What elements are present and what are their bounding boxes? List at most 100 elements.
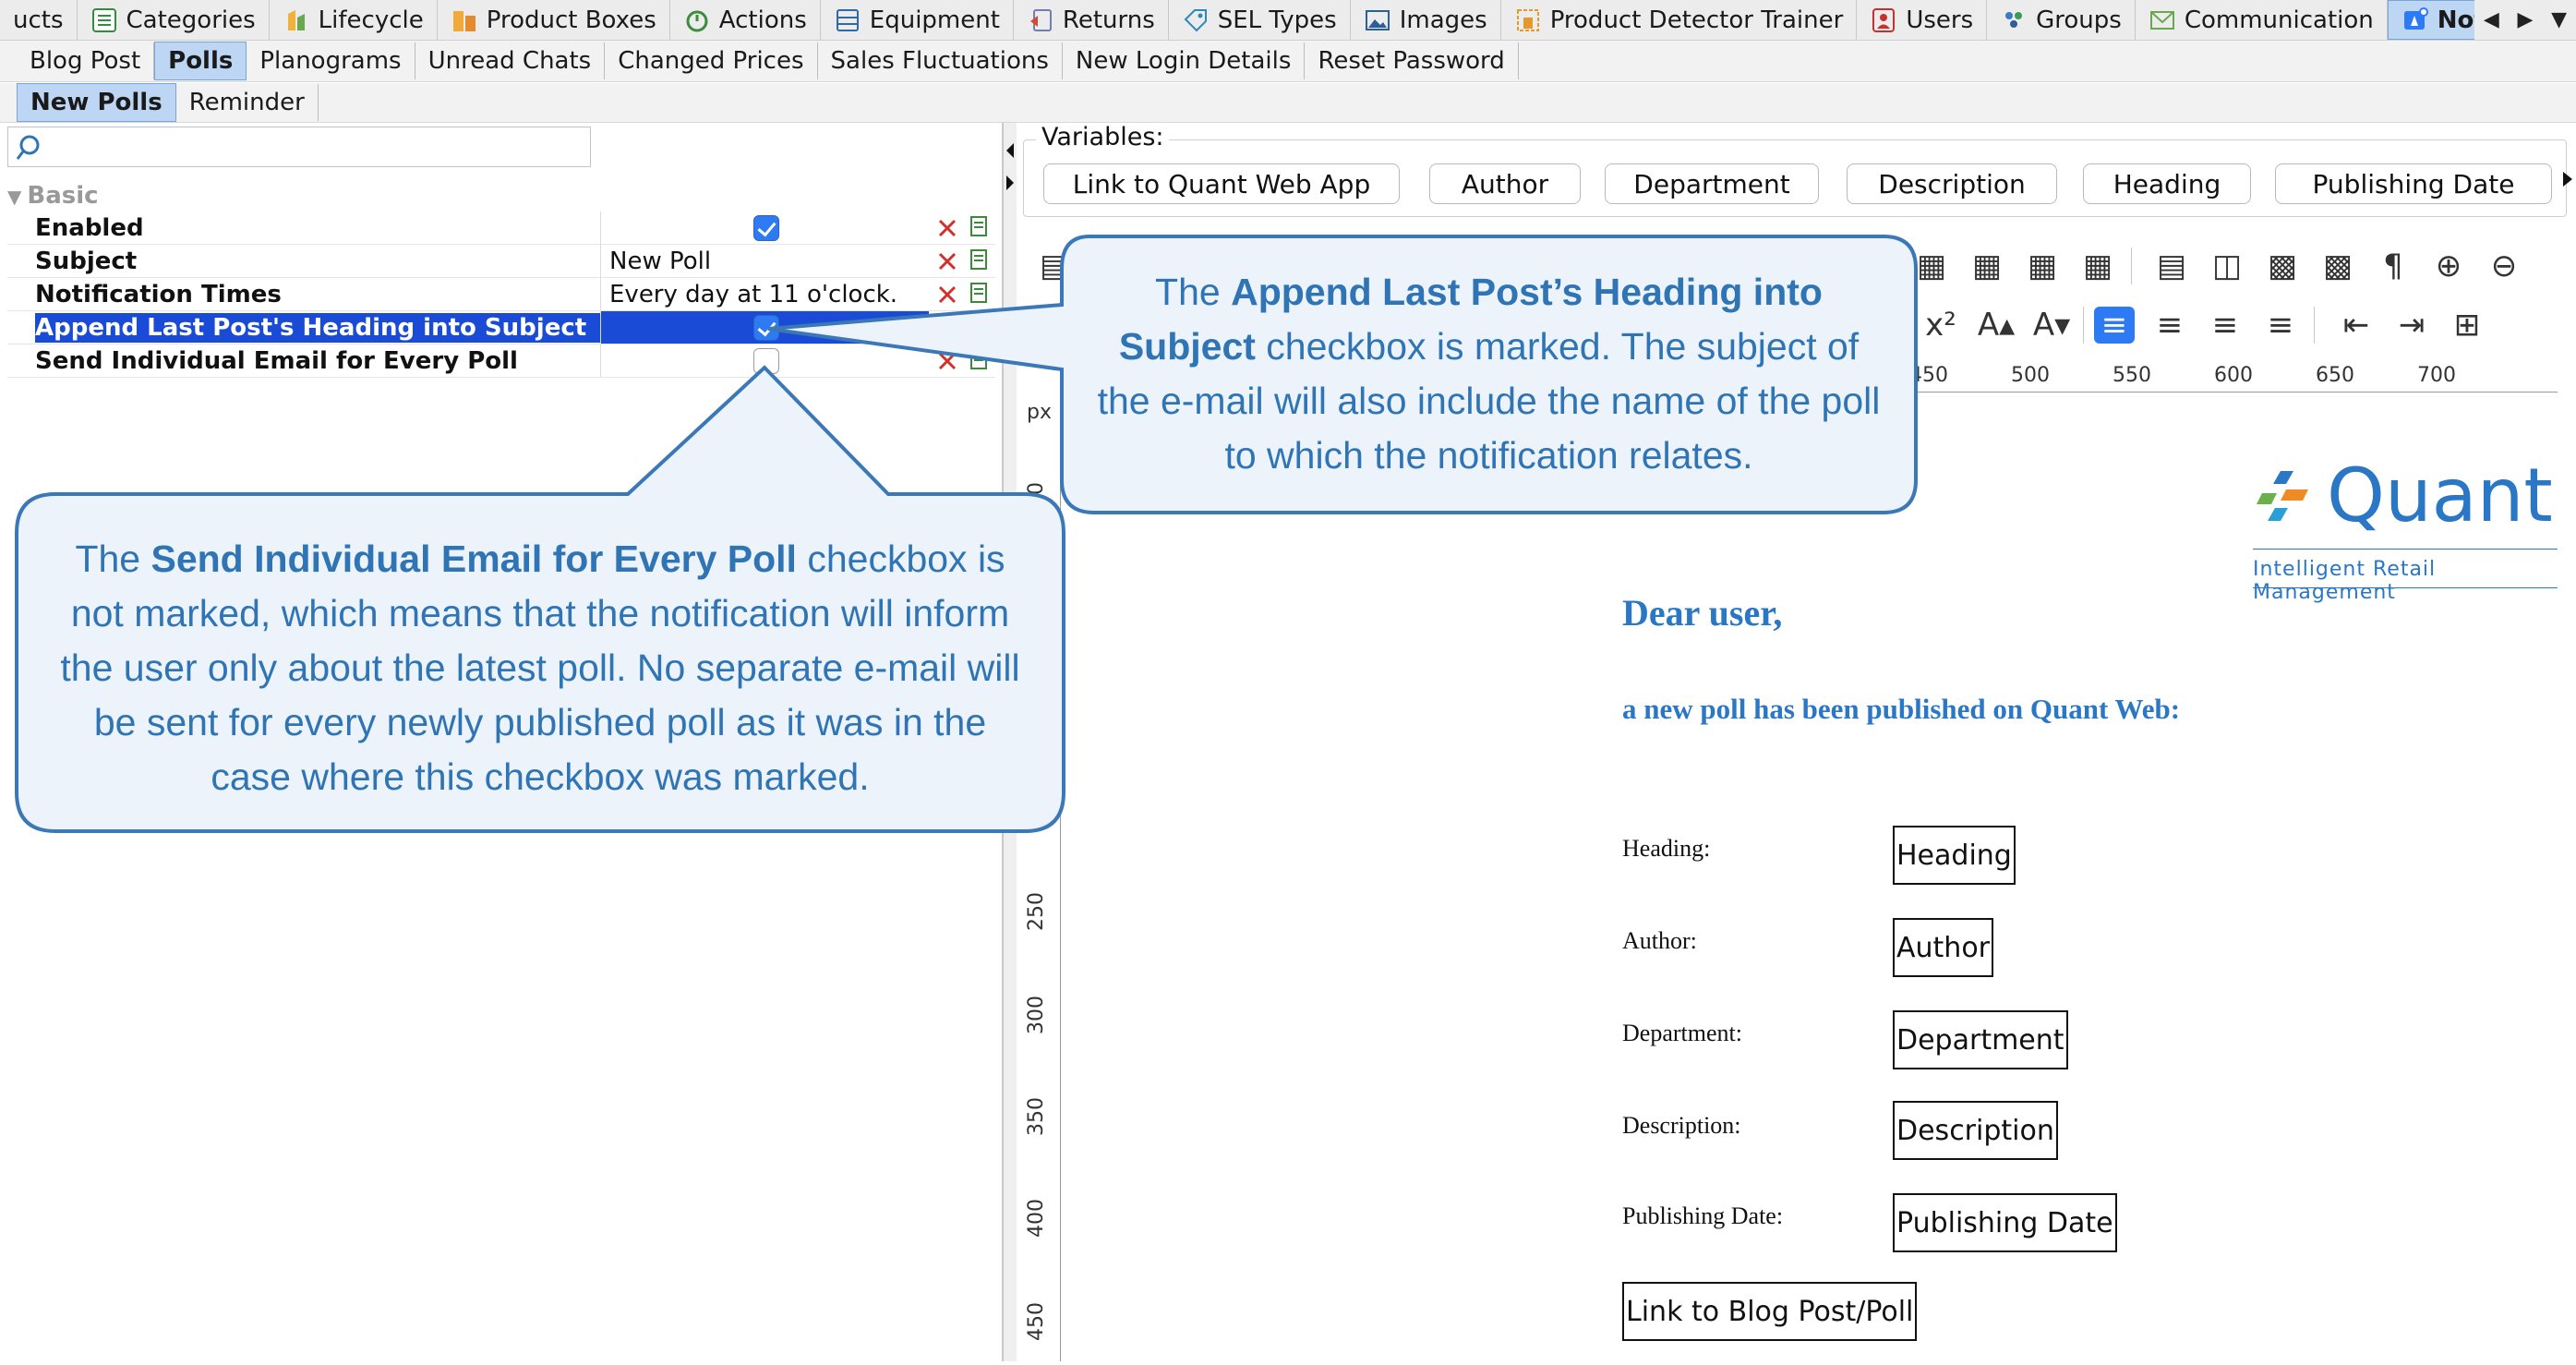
table-insert-icon[interactable]: ▦ [1911,248,1952,284]
tab-planograms[interactable]: Planograms [247,42,415,79]
tab-new-polls[interactable]: New Polls [17,83,176,122]
tab-actions[interactable]: Actions [670,0,821,40]
enabled-checkbox[interactable] [753,215,779,241]
tab-unread-chats[interactable]: Unread Chats [415,42,606,79]
font-shrink-icon[interactable]: A▾ [2031,307,2072,344]
tab-categories[interactable]: Categories [78,0,270,40]
group-header-basic[interactable]: ▼ Basic [7,182,995,210]
department-variable[interactable]: Department [1893,1010,2068,1069]
table-split-icon[interactable]: ◫ [2207,248,2247,284]
scroll-right-icon[interactable]: ▶ [2518,8,2534,31]
editor-menu-icon[interactable]: ▤ [1034,248,1075,284]
property-label: Subject [35,248,138,275]
tab-equipment[interactable]: Equipment [821,0,1014,40]
align-right-icon[interactable]: ≡ [2205,307,2245,344]
tab-sales-fluctuations[interactable]: Sales Fluctuations [818,42,1063,79]
tab-sel-types[interactable]: SEL Types [1169,0,1351,40]
callout-send-individual-email: The Send Individual Email for Every Poll… [55,532,1025,804]
description-variable[interactable]: Description [1893,1101,2058,1160]
edit-icon[interactable] [966,247,992,274]
search-input[interactable] [56,131,577,164]
property-row-enabled[interactable]: Enabled [7,211,995,245]
notification-type-tabs: Blog Post Polls Planograms Unread Chats … [0,41,2576,82]
append-heading-checkbox[interactable] [753,315,779,341]
collapse-triangle-icon[interactable]: ▼ [7,186,21,208]
property-row-send-individual-email[interactable]: Send Individual Email for Every Poll [7,344,995,378]
greeting: Dear user, [1622,592,1783,634]
zoom-in-icon[interactable]: ⊕ [2428,248,2469,284]
cell-border-icon[interactable]: ▩ [2317,248,2358,284]
intro-text: a new poll has been published on Quant W… [1622,693,2181,725]
variable-description-button[interactable]: Description [1847,163,2057,204]
align-justify-icon[interactable]: ≡ [2260,307,2301,344]
reset-x-icon[interactable] [934,280,960,308]
ruler-label: 300 [1025,996,1048,1034]
tab-product-detector-trainer[interactable]: Product Detector Trainer [1501,0,1858,40]
tab-label: Product Detector Trainer [1549,6,1844,34]
tab-scroll-controls: ◀ ▶ ▼ [2474,0,2576,40]
table-merge-icon[interactable]: ▤ [2151,248,2192,284]
tab-new-login-details[interactable]: New Login Details [1063,42,1306,79]
description-label: Description: [1622,1112,1741,1139]
tab-changed-prices[interactable]: Changed Prices [605,42,818,79]
variable-author-button[interactable]: Author [1429,163,1581,204]
indent-icon[interactable]: ⇥ [2391,307,2432,344]
variables-legend: Variables: [1036,123,1170,151]
tab-blog-post[interactable]: Blog Post [17,42,155,79]
variable-department-button[interactable]: Department [1605,163,1819,204]
align-left-icon[interactable]: ≡ [2094,307,2135,344]
property-row-notification-times[interactable]: Notification Times Every day at 11 o'clo… [7,278,995,311]
send-individual-email-checkbox[interactable] [753,348,779,374]
tab-product-boxes[interactable]: Product Boxes [438,0,670,40]
variable-heading-button[interactable]: Heading [2083,163,2251,204]
scroll-left-icon[interactable]: ◀ [2484,8,2499,31]
align-center-icon[interactable]: ≡ [2149,307,2190,344]
edit-icon[interactable] [966,346,992,374]
tab-polls[interactable]: Polls [154,42,247,80]
reset-x-icon[interactable] [934,213,960,241]
tab-reminder[interactable]: Reminder [176,84,319,121]
tab-products[interactable]: ucts [0,0,78,40]
outdent-icon[interactable]: ⇤ [2336,307,2377,344]
tab-images[interactable]: Images [1351,0,1501,40]
tab-users[interactable]: Users [1857,0,1988,40]
publishing-date-variable[interactable]: Publishing Date [1893,1193,2117,1252]
detector-icon [1516,8,1539,31]
edit-icon[interactable] [966,213,992,241]
table-row-icon[interactable]: ▦ [1967,248,2007,284]
paragraph-mark-icon[interactable]: ¶ [2373,248,2413,284]
heading-variable[interactable]: Heading [1893,826,2016,885]
link-variable[interactable]: Link to Blog Post/Poll [1622,1282,1918,1341]
actions-icon [686,10,708,31]
property-row-subject[interactable]: Subject New Poll [7,245,995,278]
tab-reset-password[interactable]: Reset Password [1305,42,1519,79]
property-row-append-heading[interactable]: Append Last Post's Heading into Subject [7,311,995,344]
tab-label: Lifecycle [318,6,424,34]
tab-returns[interactable]: Returns [1014,0,1169,40]
variables-scroll-icon[interactable] [2559,166,2576,203]
tab-lifecycle[interactable]: Lifecycle [270,0,438,40]
ruler-label: 350 [1025,1097,1048,1136]
tab-menu-icon[interactable]: ▼ [2551,8,2567,31]
edit-icon[interactable] [966,280,992,308]
quant-logo: Quant Intelligent Retail Management [2253,453,2567,604]
notification-times-value[interactable]: Every day at 11 o'clock. [609,280,942,309]
tab-communication[interactable]: Communication [2136,0,2388,40]
vertical-ruler: px 00 250 300 350 400 450 [1023,397,1061,1361]
variable-publishing-date-button[interactable]: Publishing Date [2275,163,2552,204]
reset-x-icon[interactable] [934,247,960,274]
zoom-out-icon[interactable]: ⊖ [2484,248,2524,284]
search-field[interactable] [7,127,591,167]
cell-props-icon[interactable]: ▩ [2262,248,2303,284]
table-delete-icon[interactable]: ▦ [2077,248,2118,284]
table-col-icon[interactable]: ▦ [2022,248,2063,284]
email-document[interactable]: Quant Intelligent Retail Management Dear… [1062,397,2567,1361]
tab-groups[interactable]: Groups [1987,0,2136,40]
font-grow-icon[interactable]: A▴ [1976,307,2016,344]
variable-link-button[interactable]: Link to Quant Web App [1043,163,1400,204]
superscript-icon[interactable]: x² [1920,307,1961,344]
subject-value[interactable]: New Poll [609,247,942,276]
author-variable[interactable]: Author [1893,918,1994,977]
numbered-list-icon[interactable]: ⊞ [2447,307,2487,344]
reset-x-icon[interactable] [934,346,960,374]
